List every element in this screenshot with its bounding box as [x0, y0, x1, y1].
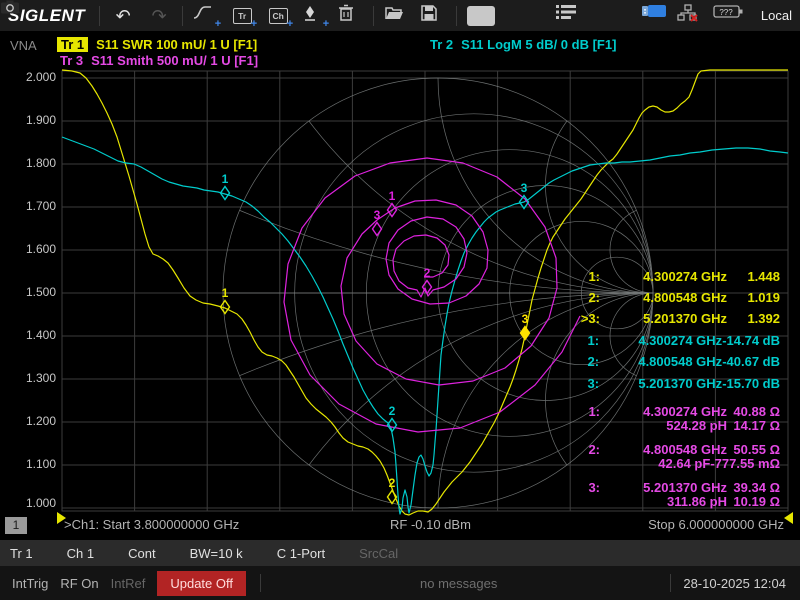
sweep-start-label[interactable]: >Ch1: Start 3.800000000 GHz — [64, 517, 239, 532]
channel-bar: 1 >Ch1: Start 3.800000000 GHz RF -0.10 d… — [0, 513, 800, 540]
marker-readout-row: 311.86 pH10.19 Ω — [572, 494, 780, 509]
marker-tr1-2[interactable]: 2 — [388, 476, 397, 504]
marker-readout-row: 3:5.201370 GHz-15.70 dB — [572, 376, 780, 391]
app-label: VNA — [10, 38, 37, 53]
marker-readout-row: 2:4.800548 GHz-40.67 dB — [572, 354, 780, 369]
marker-tr3-2[interactable]: 2 — [423, 266, 432, 294]
channel-number-badge[interactable]: 1 — [5, 517, 27, 534]
marker-readout-row: 524.28 pH14.17 Ω — [572, 418, 780, 433]
swr-axis-tick: 1.900 — [4, 113, 56, 127]
swr-axis-tick: 1.200 — [4, 414, 56, 428]
marker-readout-row: 1:4.300274 GHz-14.74 dB — [572, 333, 780, 348]
marker-tr3-1[interactable]: 1 — [388, 189, 397, 217]
marker-readout-row: 2:4.800548 GHz50.55 Ω — [572, 442, 780, 457]
svg-text:3: 3 — [521, 181, 528, 195]
marker-readout-row: 3:5.201370 GHz39.34 Ω — [572, 480, 780, 495]
marker-tr1-3[interactable]: 3 — [521, 312, 530, 340]
svg-text:3: 3 — [522, 312, 529, 326]
trace1-info[interactable]: Tr 1 S11 SWR 100 mU/ 1 U [F1] — [57, 37, 257, 52]
swr-axis-tick: 1.800 — [4, 156, 56, 170]
svg-text:1: 1 — [222, 172, 229, 186]
svg-text:2: 2 — [389, 476, 396, 490]
swr-axis-tick: 1.000 — [4, 496, 56, 510]
marker-tr1-1[interactable]: 1 — [221, 286, 230, 314]
trace-tr3-smith — [284, 158, 580, 432]
svg-text:2: 2 — [389, 404, 396, 418]
swr-axis-tick: 1.400 — [4, 328, 56, 342]
swr-axis-tick: 1.100 — [4, 457, 56, 471]
vna-screen: SIGLENT ↶ ↷ + Tr+ Ch+ + — [0, 0, 800, 600]
trace3-info[interactable]: Tr 3S11 Smith 500 mU/ 1 U [F1] — [60, 53, 258, 68]
trace1-settings: S11 SWR 100 mU/ 1 U [F1] — [96, 37, 257, 52]
swr-axis-tick: 1.300 — [4, 371, 56, 385]
marker-readout-row: 1:4.300274 GHz40.88 Ω — [572, 404, 780, 419]
swr-axis-tick: 1.500 — [4, 285, 56, 299]
marker-readout-row: 42.64 pF-777.55 mΩ — [572, 456, 780, 471]
swr-axis-tick: 1.600 — [4, 242, 56, 256]
marker-readout-row: 2:4.800548 GHz1.019 — [572, 290, 780, 305]
marker-tr2-3[interactable]: 3 — [520, 181, 529, 209]
trace1-active-badge: Tr 1 — [57, 37, 88, 52]
svg-text:2: 2 — [424, 266, 431, 280]
marker-readout-row: 1:4.300274 GHz1.448 — [572, 269, 780, 284]
trace3-settings: S11 Smith 500 mU/ 1 U [F1] — [91, 53, 258, 68]
svg-text:1: 1 — [389, 189, 396, 203]
marker-tr3-3[interactable]: 3 — [373, 208, 382, 236]
trace2-settings: S11 LogM 5 dB/ 0 dB [F1] — [461, 37, 616, 52]
marker-tr2-1[interactable]: 1 — [221, 172, 230, 200]
swr-axis-tick: 2.000 — [4, 70, 56, 84]
svg-text:3: 3 — [374, 208, 381, 222]
marker-readout-row: >3:5.201370 GHz1.392 — [572, 311, 780, 326]
rf-power-label: RF -0.10 dBm — [390, 517, 471, 532]
trace2-info[interactable]: Tr 2S11 LogM 5 dB/ 0 dB [F1] — [430, 37, 616, 52]
swr-axis-tick: 1.700 — [4, 199, 56, 213]
svg-text:1: 1 — [222, 286, 229, 300]
sweep-stop-label[interactable]: Stop 6.000000000 GHz — [648, 517, 784, 532]
